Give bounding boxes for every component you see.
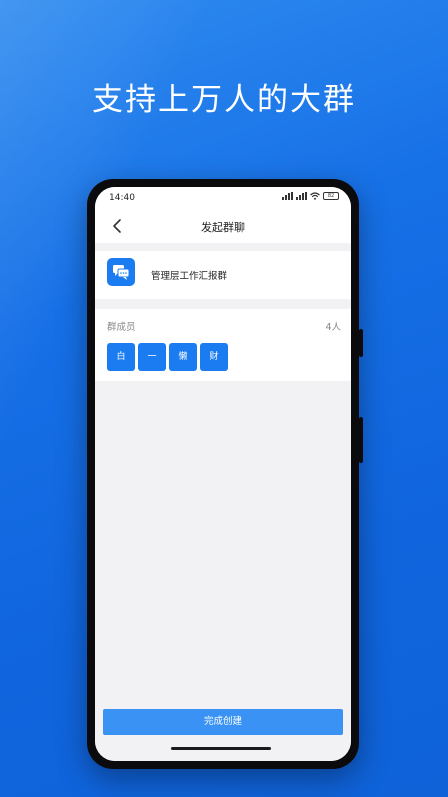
member-chip[interactable]: 白 (107, 343, 135, 371)
members-count: 4人 (325, 322, 341, 333)
phone-frame: 14:40 82 发起群聊 管理层工作汇报群 群成员 4人 白 一 懒 财 完成… (87, 179, 363, 769)
phone-side-button (359, 329, 363, 357)
phone-screen: 14:40 82 发起群聊 管理层工作汇报群 群成员 4人 白 一 懒 财 完成… (95, 187, 351, 761)
promo-headline: 支持上万人的大群 (92, 82, 356, 118)
phone-volume-button (359, 417, 363, 463)
member-chip[interactable]: 懒 (169, 343, 197, 371)
group-name: 管理层工作汇报群 (151, 271, 228, 282)
page-title: 发起群聊 (201, 221, 245, 234)
wifi-icon (310, 192, 320, 200)
status-icons: 82 (282, 192, 339, 200)
members-label: 群成员 (107, 322, 136, 333)
signal-icon-2 (296, 192, 307, 200)
group-chat-icon (107, 258, 135, 286)
nav-bar: 发起群聊 (95, 209, 351, 243)
status-bar: 14:40 82 (95, 187, 351, 209)
group-info-row[interactable]: 管理层工作汇报群 (95, 251, 351, 299)
member-chip-list: 白 一 懒 财 (107, 343, 228, 371)
signal-icon (282, 192, 293, 200)
battery-icon: 82 (323, 192, 339, 200)
member-chip[interactable]: 一 (138, 343, 166, 371)
members-section: 群成员 4人 白 一 懒 财 (95, 309, 351, 381)
status-time: 14:40 (109, 193, 135, 203)
member-chip[interactable]: 财 (200, 343, 228, 371)
home-indicator (171, 747, 271, 750)
complete-create-button[interactable]: 完成创建 (103, 709, 343, 735)
